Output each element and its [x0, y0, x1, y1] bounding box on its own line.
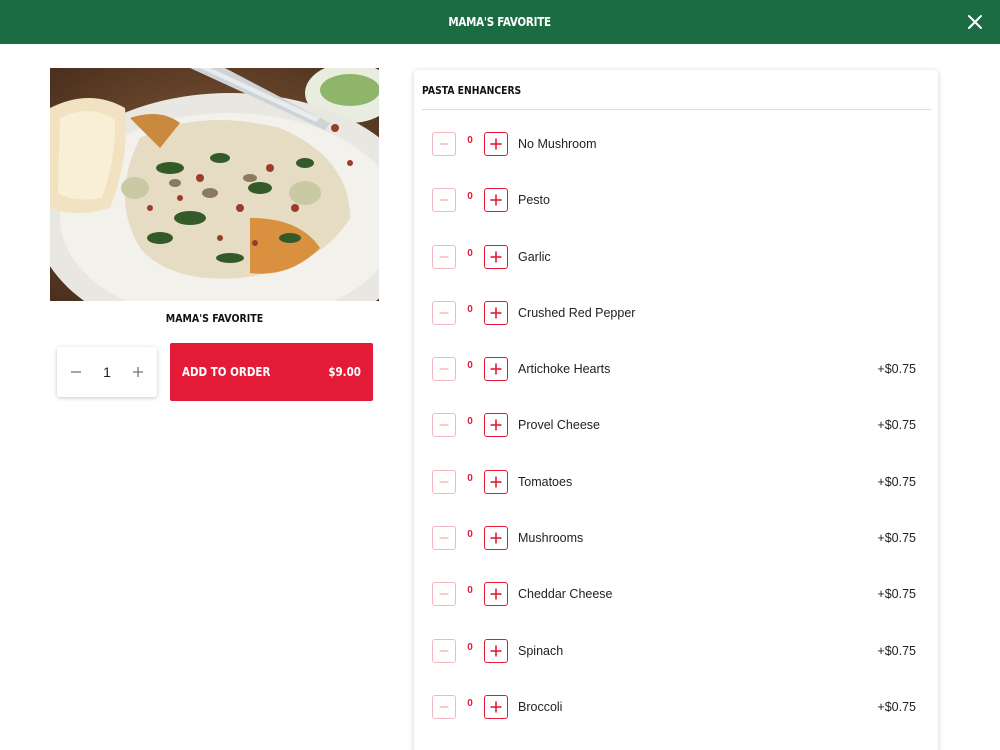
- option-count: 0: [467, 303, 473, 315]
- option-price: +$0.75: [877, 587, 916, 602]
- option-count: 0: [467, 416, 473, 428]
- quantity-value: 1: [103, 364, 111, 380]
- option-count: 0: [467, 529, 473, 541]
- option-row: 0 Broccoli +$0.75: [414, 691, 938, 747]
- option-name: Crushed Red Pepper: [518, 305, 636, 320]
- divider: [422, 109, 931, 110]
- option-count: 0: [467, 472, 473, 484]
- quantity-stepper: 1: [57, 347, 157, 397]
- option-name: Mushrooms: [518, 531, 584, 546]
- option-name: Cheddar Cheese: [518, 587, 613, 602]
- food-photo: [50, 68, 379, 301]
- options-panel: PASTA ENHANCERS 0 No Mushroom 0 Pesto 0 …: [414, 70, 938, 750]
- add-to-order-button[interactable]: ADD TO ORDER $9.00: [170, 343, 373, 401]
- option-decrease-button[interactable]: [432, 469, 456, 494]
- option-name: Garlic: [518, 249, 551, 264]
- option-decrease-button[interactable]: [432, 694, 456, 719]
- option-increase-button[interactable]: [484, 694, 508, 719]
- option-price: +$0.75: [877, 643, 916, 658]
- option-price: +$0.75: [877, 531, 916, 546]
- option-count: 0: [467, 135, 473, 146]
- item-title: MAMA'S FAVORITE: [165, 312, 264, 325]
- option-increase-button[interactable]: [484, 357, 508, 382]
- option-decrease-button[interactable]: [432, 300, 456, 325]
- option-count: 0: [467, 697, 473, 709]
- option-increase-button[interactable]: [484, 526, 508, 551]
- option-increase-button[interactable]: [484, 469, 508, 494]
- option-increase-button[interactable]: [484, 638, 508, 663]
- option-decrease-button[interactable]: [432, 188, 456, 213]
- option-count: 0: [467, 191, 473, 203]
- option-row: 0 Garlic: [414, 241, 938, 297]
- option-decrease-button[interactable]: [432, 413, 456, 438]
- option-decrease-button[interactable]: [432, 582, 456, 607]
- option-name: Tomatoes: [518, 474, 573, 489]
- option-name: No Mushroom: [518, 137, 597, 151]
- options-group-title: PASTA ENHANCERS: [422, 84, 522, 97]
- option-name: Provel Cheese: [518, 418, 600, 433]
- option-name: Pesto: [518, 193, 550, 208]
- option-count: 0: [467, 585, 473, 597]
- option-row: 0 Cheddar Cheese +$0.75: [414, 578, 938, 634]
- option-row: 0 Tomatoes +$0.75: [414, 466, 938, 522]
- option-row: 0 Provel Cheese +$0.75: [414, 409, 938, 465]
- option-row: 0 Pesto: [414, 184, 938, 240]
- option-row: 0 Crushed Red Pepper: [414, 297, 938, 353]
- modal-title: MAMA'S FAVORITE: [448, 15, 552, 29]
- option-row: 0 Spinach +$0.75: [414, 635, 938, 691]
- option-price: +$0.75: [877, 474, 916, 489]
- option-increase-button[interactable]: [484, 132, 508, 156]
- order-price: $9.00: [328, 365, 361, 379]
- option-price: +$0.75: [877, 362, 916, 377]
- option-decrease-button[interactable]: [432, 526, 456, 551]
- option-decrease-button[interactable]: [432, 357, 456, 382]
- option-row: 0 Mushrooms +$0.75: [414, 522, 938, 578]
- option-increase-button[interactable]: [484, 413, 508, 438]
- add-to-order-label: ADD TO ORDER: [182, 365, 271, 379]
- option-row: 0 No Mushroom: [414, 128, 938, 184]
- option-increase-button[interactable]: [484, 188, 508, 213]
- option-name: Spinach: [518, 643, 564, 658]
- option-name: Broccoli: [518, 699, 563, 714]
- option-price: +$0.75: [877, 418, 916, 433]
- option-count: 0: [467, 641, 473, 653]
- option-name: Artichoke Hearts: [518, 362, 611, 377]
- option-increase-button[interactable]: [484, 244, 508, 269]
- option-increase-button[interactable]: [484, 300, 508, 325]
- option-decrease-button[interactable]: [432, 132, 456, 156]
- close-icon[interactable]: [964, 11, 986, 33]
- option-row: 0 Artichoke Hearts +$0.75: [414, 353, 938, 409]
- option-price: +$0.75: [877, 699, 916, 714]
- options-list: 0 No Mushroom 0 Pesto 0 Garlic 0 Crushed…: [414, 128, 938, 747]
- option-count: 0: [467, 247, 473, 259]
- option-decrease-button[interactable]: [432, 244, 456, 269]
- decrease-quantity-icon[interactable]: [69, 365, 83, 379]
- increase-quantity-icon[interactable]: [131, 365, 145, 379]
- option-decrease-button[interactable]: [432, 638, 456, 663]
- option-count: 0: [467, 360, 473, 372]
- option-increase-button[interactable]: [484, 582, 508, 607]
- modal-header: MAMA'S FAVORITE: [0, 0, 1000, 44]
